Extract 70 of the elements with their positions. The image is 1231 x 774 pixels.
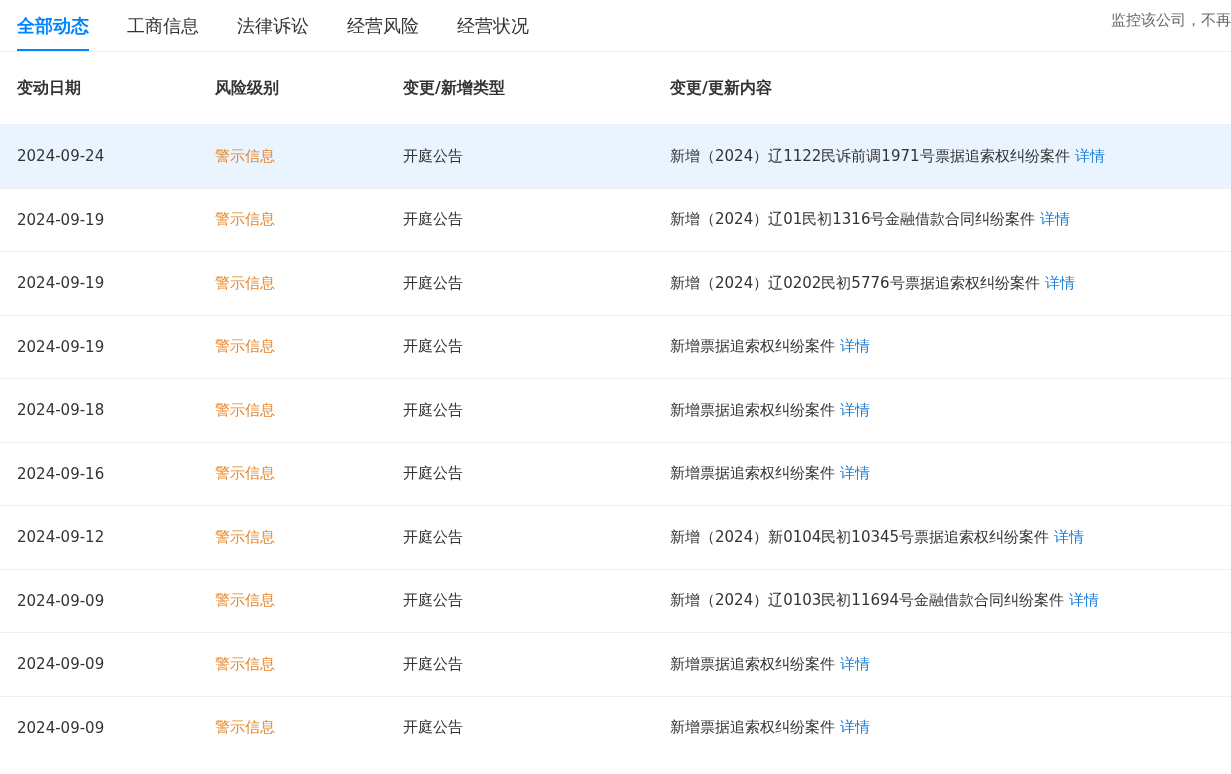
details-link[interactable]: 详情 xyxy=(840,337,870,357)
table-row[interactable]: 2024-09-19 警示信息 开庭公告 新增（2024）辽0202民初5776号票据追索权纠纷案件 详情 xyxy=(0,251,1231,315)
details-link[interactable]: 详情 xyxy=(840,464,870,484)
content-text: 新增票据追索权纠纷案件 xyxy=(670,718,835,738)
content-text: 新增（2024）辽0103民初11694号金融借款合同纠纷案件 xyxy=(670,591,1065,611)
risk-level-cell-text: 警示信息 xyxy=(215,337,276,357)
table-row[interactable]: 2024-09-24 警示信息 开庭公告 新增（2024）辽1122民诉前调1971号票据追索权纠纷案件 详情 xyxy=(0,124,1231,188)
risk-level-cell-text: 警示信息 xyxy=(215,654,276,674)
type-cell-text: 开庭公告 xyxy=(403,718,464,738)
content-text: 新增（2024）辽1122民诉前调1971号票据追索权纠纷案件 xyxy=(670,146,1070,166)
type-cell-text: 开庭公告 xyxy=(403,591,464,611)
type-cell-text: 开庭公告 xyxy=(403,400,464,420)
monitor-notice: 监控该公司，不再 xyxy=(1111,11,1231,30)
details-link[interactable]: 详情 xyxy=(1069,591,1100,611)
details-link[interactable]: 详情 xyxy=(1054,527,1085,547)
column-header: 变动日期 xyxy=(16,77,82,99)
date-cell-text: 2024-09-12 xyxy=(16,528,106,547)
details-link[interactable]: 详情 xyxy=(1074,146,1105,166)
type-cell-text: 开庭公告 xyxy=(403,654,464,674)
type-cell-text: 开庭公告 xyxy=(403,210,464,230)
details-link[interactable]: 详情 xyxy=(1040,210,1071,230)
content-text: 新增（2024）辽0202民初5776号票据追索权纠纷案件 xyxy=(670,273,1040,293)
details-link[interactable]: 详情 xyxy=(840,718,870,738)
table-row[interactable]: 2024-09-19 警示信息 开庭公告 新增（2024）辽01民初1316号金融借款合同纠纷案件 详情 xyxy=(0,187,1231,251)
content-text: 新增（2024）新0104民初10345号票据追索权纠纷案件 xyxy=(670,527,1050,547)
column-header: 变更/更新内容 xyxy=(670,77,772,99)
tab[interactable]: 经营状况 xyxy=(457,0,529,51)
tab[interactable]: 法律诉讼 xyxy=(237,0,309,51)
content-text: 新增（2024）辽01民初1316号金融借款合同纠纷案件 xyxy=(670,210,1036,230)
table-row[interactable]: 2024-09-09 警示信息 开庭公告 新增（2024）辽0103民初11694号金融借款合同纠纷案件 详情 xyxy=(0,568,1231,632)
date-cell-text: 2024-09-18 xyxy=(16,401,106,420)
tab[interactable]: 经营风险 xyxy=(347,0,419,51)
details-link[interactable]: 详情 xyxy=(840,400,870,420)
table-row[interactable]: 2024-09-19 警示信息 开庭公告 新增票据追索权纠纷案件 详情 xyxy=(0,314,1231,378)
date-cell-text: 2024-09-19 xyxy=(16,337,106,356)
type-cell-text: 开庭公告 xyxy=(403,273,464,293)
type-cell-text: 开庭公告 xyxy=(403,464,464,484)
column-header: 变更/新增类型 xyxy=(403,77,506,99)
type-cell-text: 开庭公告 xyxy=(403,146,464,166)
content-text: 新增票据追索权纠纷案件 xyxy=(670,654,835,674)
risk-level-cell-text: 警示信息 xyxy=(215,400,276,420)
table-row[interactable]: 2024-09-16 警示信息 开庭公告 新增票据追索权纠纷案件 详情 xyxy=(0,441,1231,505)
content-text: 新增票据追索权纠纷案件 xyxy=(670,400,835,420)
content-text: 新增票据追索权纠纷案件 xyxy=(670,337,835,357)
risk-level-cell-text: 警示信息 xyxy=(215,464,276,484)
table-row[interactable]: 2024-09-09 警示信息 开庭公告 新增票据追索权纠纷案件 详情 xyxy=(0,695,1231,759)
date-cell-text: 2024-09-19 xyxy=(16,210,106,229)
details-link[interactable]: 详情 xyxy=(840,654,870,674)
date-cell-text: 2024-09-09 xyxy=(16,591,106,610)
details-link[interactable]: 详情 xyxy=(1044,273,1075,293)
risk-level-cell-text: 警示信息 xyxy=(215,210,276,230)
date-cell-text: 2024-09-24 xyxy=(16,147,106,166)
date-cell-text: 2024-09-09 xyxy=(16,718,106,737)
date-cell-text: 2024-09-16 xyxy=(16,464,106,483)
type-cell-text: 开庭公告 xyxy=(403,527,464,547)
risk-level-cell-text: 警示信息 xyxy=(215,718,276,738)
date-cell-text: 2024-09-19 xyxy=(16,274,106,293)
risk-level-cell-text: 警示信息 xyxy=(215,527,276,547)
risk-level-cell-text: 警示信息 xyxy=(215,273,276,293)
type-cell-text: 开庭公告 xyxy=(403,337,464,357)
tab[interactable]: 工商信息 xyxy=(127,0,199,51)
table-row[interactable]: 2024-09-09 警示信息 开庭公告 新增票据追索权纠纷案件 详情 xyxy=(0,632,1231,696)
content-text: 新增票据追索权纠纷案件 xyxy=(670,464,835,484)
column-header: 风险级别 xyxy=(215,77,280,99)
table-row[interactable]: 2024-09-18 警示信息 开庭公告 新增票据追索权纠纷案件 详情 xyxy=(0,378,1231,442)
risk-level-cell-text: 警示信息 xyxy=(215,146,276,166)
date-cell-text: 2024-09-09 xyxy=(16,655,106,674)
risk-level-cell-text: 警示信息 xyxy=(215,591,276,611)
table-row[interactable]: 2024-09-12 警示信息 开庭公告 新增（2024）新0104民初10345号票据追索权纠纷案件 详情 xyxy=(0,505,1231,569)
tab[interactable]: 全部动态 xyxy=(17,0,89,51)
